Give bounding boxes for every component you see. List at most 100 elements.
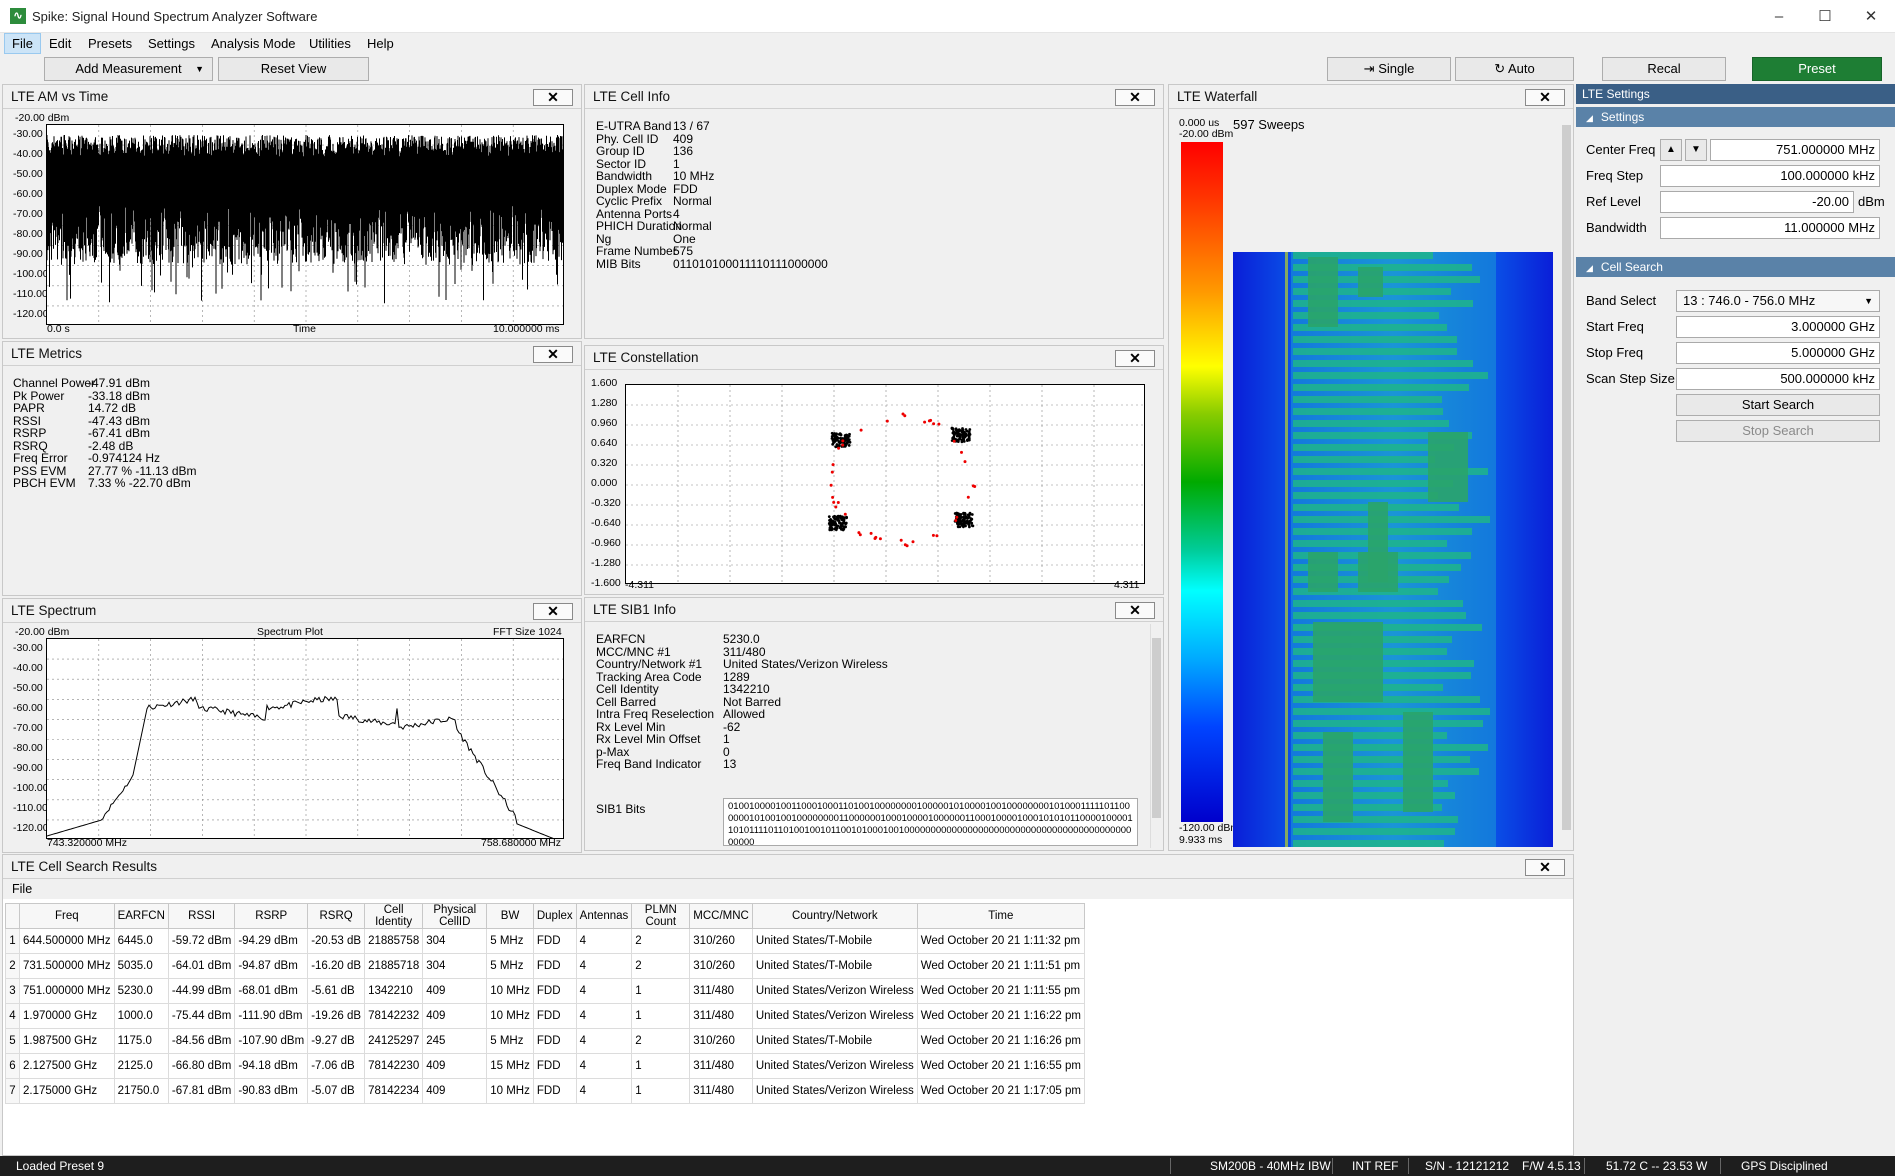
single-sweep-button[interactable]: ⇥ Single — [1327, 57, 1451, 81]
table-cell: 4 — [575, 1053, 633, 1079]
column-header[interactable]: Freq — [19, 903, 115, 929]
sib1-scrollbar[interactable] — [1150, 624, 1162, 848]
column-header[interactable]: RSSI — [167, 903, 236, 929]
table-cell: 1.970000 GHz — [19, 1003, 115, 1029]
spectrum-plot-label: Spectrum Plot — [257, 626, 323, 638]
close-panel-button[interactable]: ✕ — [1115, 350, 1155, 367]
start-search-button[interactable]: Start Search — [1676, 394, 1880, 416]
close-panel-button[interactable]: ✕ — [533, 346, 573, 363]
table-cell: 2.175000 GHz — [19, 1078, 115, 1104]
close-panel-button[interactable]: ✕ — [533, 603, 573, 620]
x-end-label: 4.311 — [1114, 579, 1140, 591]
row-number-header — [5, 903, 20, 929]
table-row[interactable]: 3 751.000000 MHz 5230.0 -44.99 dBm -68.01 dB… — [5, 978, 1085, 1004]
menu-help[interactable]: Help — [360, 33, 401, 54]
scrollbar-thumb[interactable] — [1152, 638, 1161, 818]
column-header[interactable]: RSRP — [234, 903, 309, 929]
table-row[interactable]: 2 731.500000 MHz 5035.0 -64.01 dBm -94.87 dB… — [5, 953, 1085, 979]
table-row[interactable]: 4 1.970000 GHz 1000.0 -75.44 dBm -111.90 dBm… — [5, 1003, 1085, 1029]
scrollbar-thumb[interactable] — [1562, 125, 1571, 830]
table-cell: 311/480 — [689, 1053, 753, 1079]
color-scale-bar — [1181, 142, 1223, 822]
preset-button[interactable]: Preset — [1752, 57, 1882, 81]
lte-settings-sidebar: LTE Settings ◢ Settings Center Freq ▲ ▼ 7… — [1576, 84, 1895, 1156]
band-select-value: 13 : 746.0 - 756.0 MHz — [1683, 293, 1816, 308]
y-tick-label: -60.00 — [13, 188, 43, 200]
close-panel-button[interactable]: ✕ — [533, 89, 573, 106]
table-cell: United States/Verizon Wireless — [751, 1053, 918, 1079]
table-cell: 311/480 — [689, 1078, 753, 1104]
settings-section-header[interactable]: ◢ Settings — [1576, 107, 1895, 127]
stop-freq-input[interactable]: 5.000000 GHz — [1676, 342, 1880, 364]
column-header[interactable]: RSRQ — [307, 903, 366, 929]
row-number: 1 — [5, 928, 20, 954]
table-cell: 78142232 — [364, 1003, 424, 1029]
stop-search-button[interactable]: Stop Search — [1676, 420, 1880, 442]
auto-sweep-button[interactable]: ↻ Auto — [1455, 57, 1574, 81]
results-menu-file[interactable]: File — [3, 879, 1573, 899]
table-cell: 5035.0 — [113, 953, 169, 979]
single-label: Single — [1378, 61, 1415, 76]
menu-settings[interactable]: Settings — [141, 33, 202, 54]
column-header[interactable]: Time — [916, 903, 1085, 929]
decrement-button[interactable]: ▼ — [1685, 139, 1707, 161]
close-panel-button[interactable]: ✕ — [1115, 602, 1155, 619]
chevron-down-icon: ▼ — [195, 64, 204, 74]
column-header[interactable]: MCC/MNC — [689, 903, 753, 929]
column-header[interactable]: Duplex — [532, 903, 577, 929]
column-header[interactable]: Cell Identity — [364, 903, 424, 929]
waterfall-scrollbar[interactable] — [1560, 111, 1573, 849]
sib1-bits-box[interactable]: 0100100001001100010001101001000000001000… — [723, 798, 1138, 846]
column-header[interactable]: BW — [486, 903, 534, 929]
close-panel-button[interactable]: ✕ — [1115, 89, 1155, 106]
menu-analysis-mode[interactable]: Analysis Mode — [204, 33, 303, 54]
increment-button[interactable]: ▲ — [1660, 139, 1682, 161]
add-measurement-button[interactable]: Add Measurement ▼ — [44, 57, 213, 81]
cell-search-section-header[interactable]: ◢ Cell Search — [1576, 257, 1895, 277]
y-tick-label: -40.00 — [13, 662, 43, 674]
table-row[interactable]: 6 2.127500 GHz 2125.0 -66.80 dBm -94.18 dBm -… — [5, 1053, 1085, 1079]
panel-title: LTE Cell Search Results — [11, 859, 158, 874]
bandwidth-input[interactable]: 11.000000 MHz — [1660, 217, 1880, 239]
menu-utilities[interactable]: Utilities — [302, 33, 358, 54]
column-header[interactable]: Country/Network — [751, 903, 918, 929]
center-freq-input[interactable]: 751.000000 MHz — [1710, 139, 1880, 161]
firmware-label: F/W 4.5.13 — [1522, 1159, 1581, 1173]
recal-button[interactable]: Recal — [1602, 57, 1726, 81]
menu-file[interactable]: File — [4, 33, 41, 54]
table-row[interactable]: 7 2.175000 GHz 21750.0 -67.81 dBm -90.83 dBm… — [5, 1078, 1085, 1104]
close-panel-button[interactable]: ✕ — [1525, 859, 1565, 876]
column-header[interactable]: EARFCN — [113, 903, 169, 929]
band-select-dropdown[interactable]: 13 : 746.0 - 756.0 MHz ▼ — [1676, 290, 1880, 312]
collapse-triangle-icon: ◢ — [1586, 263, 1593, 273]
table-row[interactable]: 5 1.987500 GHz 1175.0 -84.56 dBm -107.90 dBm… — [5, 1028, 1085, 1054]
x-axis-label: Time — [293, 323, 316, 335]
field-value: 13 — [723, 757, 737, 771]
ref-level-input[interactable]: -20.00 — [1660, 191, 1854, 213]
table-cell: -66.80 dBm — [167, 1053, 236, 1079]
panel-title: LTE Constellation — [593, 350, 699, 365]
table-cell: 409 — [422, 1078, 488, 1104]
table-cell: 310/260 — [689, 1028, 753, 1054]
column-header[interactable]: PLMN Count — [631, 903, 691, 929]
menu-edit[interactable]: Edit — [42, 33, 78, 54]
minimize-button[interactable]: – — [1756, 0, 1802, 33]
table-cell: Wed October 20 21 1:11:51 pm — [916, 953, 1085, 979]
freq-step-input[interactable]: 100.000000 kHz — [1660, 165, 1880, 187]
table-row[interactable]: 1 644.500000 MHz 6445.0 -59.72 dBm -94.29 dB… — [5, 928, 1085, 954]
maximize-button[interactable]: ☐ — [1802, 0, 1848, 33]
table-cell: 409 — [422, 1003, 488, 1029]
device-label: SM200B - 40MHz IBW — [1210, 1159, 1331, 1173]
table-cell: -68.01 dBm — [234, 978, 309, 1004]
am-vs-time-panel: LTE AM vs Time ✕ -20.00 dBm -30.00 -40.00 -… — [2, 84, 582, 339]
scan-step-input[interactable]: 500.000000 kHz — [1676, 368, 1880, 390]
waterfall-panel: LTE Waterfall ✕ 0.000 us -20.00 dBm 597 S… — [1168, 84, 1574, 851]
reset-view-button[interactable]: Reset View — [218, 57, 369, 81]
close-window-button[interactable]: ✕ — [1848, 0, 1894, 33]
menu-presets[interactable]: Presets — [81, 33, 139, 54]
column-header[interactable]: Physical CellID — [422, 903, 488, 929]
table-cell: 6445.0 — [113, 928, 169, 954]
start-freq-input[interactable]: 3.000000 GHz — [1676, 316, 1880, 338]
close-panel-button[interactable]: ✕ — [1525, 89, 1565, 106]
column-header[interactable]: Antennas — [575, 903, 633, 929]
